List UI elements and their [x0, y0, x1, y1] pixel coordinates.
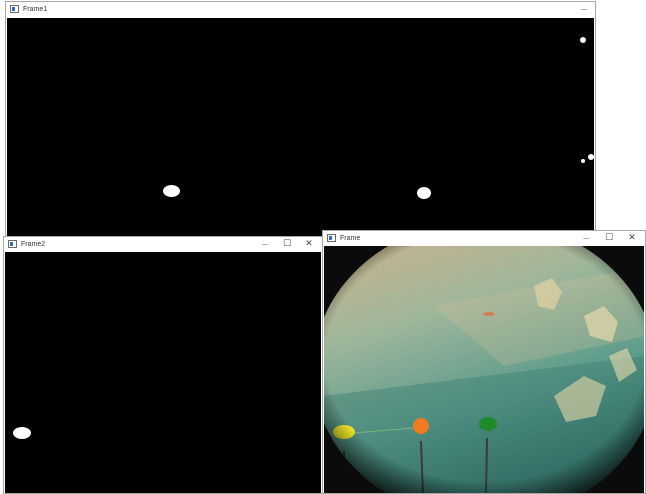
frame1-titlebar[interactable]: Frame1 — [6, 2, 595, 18]
frame-title: Frame [340, 235, 361, 242]
frame2-maximize-button[interactable]: ☐ [276, 237, 298, 253]
app-window-icon [10, 5, 19, 13]
underwater-camera-view [324, 246, 644, 493]
frame1-mask-view [7, 18, 594, 236]
frame-minimize-button[interactable]: — [575, 231, 597, 247]
app-window-icon [8, 240, 17, 248]
mask-blob [163, 185, 180, 197]
mask-blob [417, 187, 431, 199]
frame1-window[interactable]: Frame1 — [5, 1, 596, 237]
frame2-titlebar[interactable]: Frame2 — ☐ ✕ [4, 237, 322, 253]
frame2-window[interactable]: Frame2 — ☐ ✕ [3, 236, 323, 494]
frame2-mask-view [5, 252, 321, 493]
mask-blob [581, 159, 585, 163]
frame-window[interactable]: Frame — ☐ ✕ [322, 230, 646, 494]
mask-blob [588, 154, 594, 160]
app-window-icon [327, 234, 336, 242]
camera-image [324, 246, 644, 493]
mask-blob [13, 427, 31, 439]
frame2-minimize-button[interactable]: — [254, 237, 276, 253]
frame1-title: Frame1 [23, 6, 48, 13]
frame2-title: Frame2 [21, 241, 46, 248]
frame2-close-button[interactable]: ✕ [298, 237, 320, 253]
frame1-minimize-button[interactable]: — [573, 2, 595, 18]
frame-close-button[interactable]: ✕ [621, 231, 643, 247]
mask-blob [580, 37, 586, 43]
frame-titlebar[interactable]: Frame — ☐ ✕ [323, 231, 645, 247]
frame-maximize-button[interactable]: ☐ [598, 231, 620, 247]
